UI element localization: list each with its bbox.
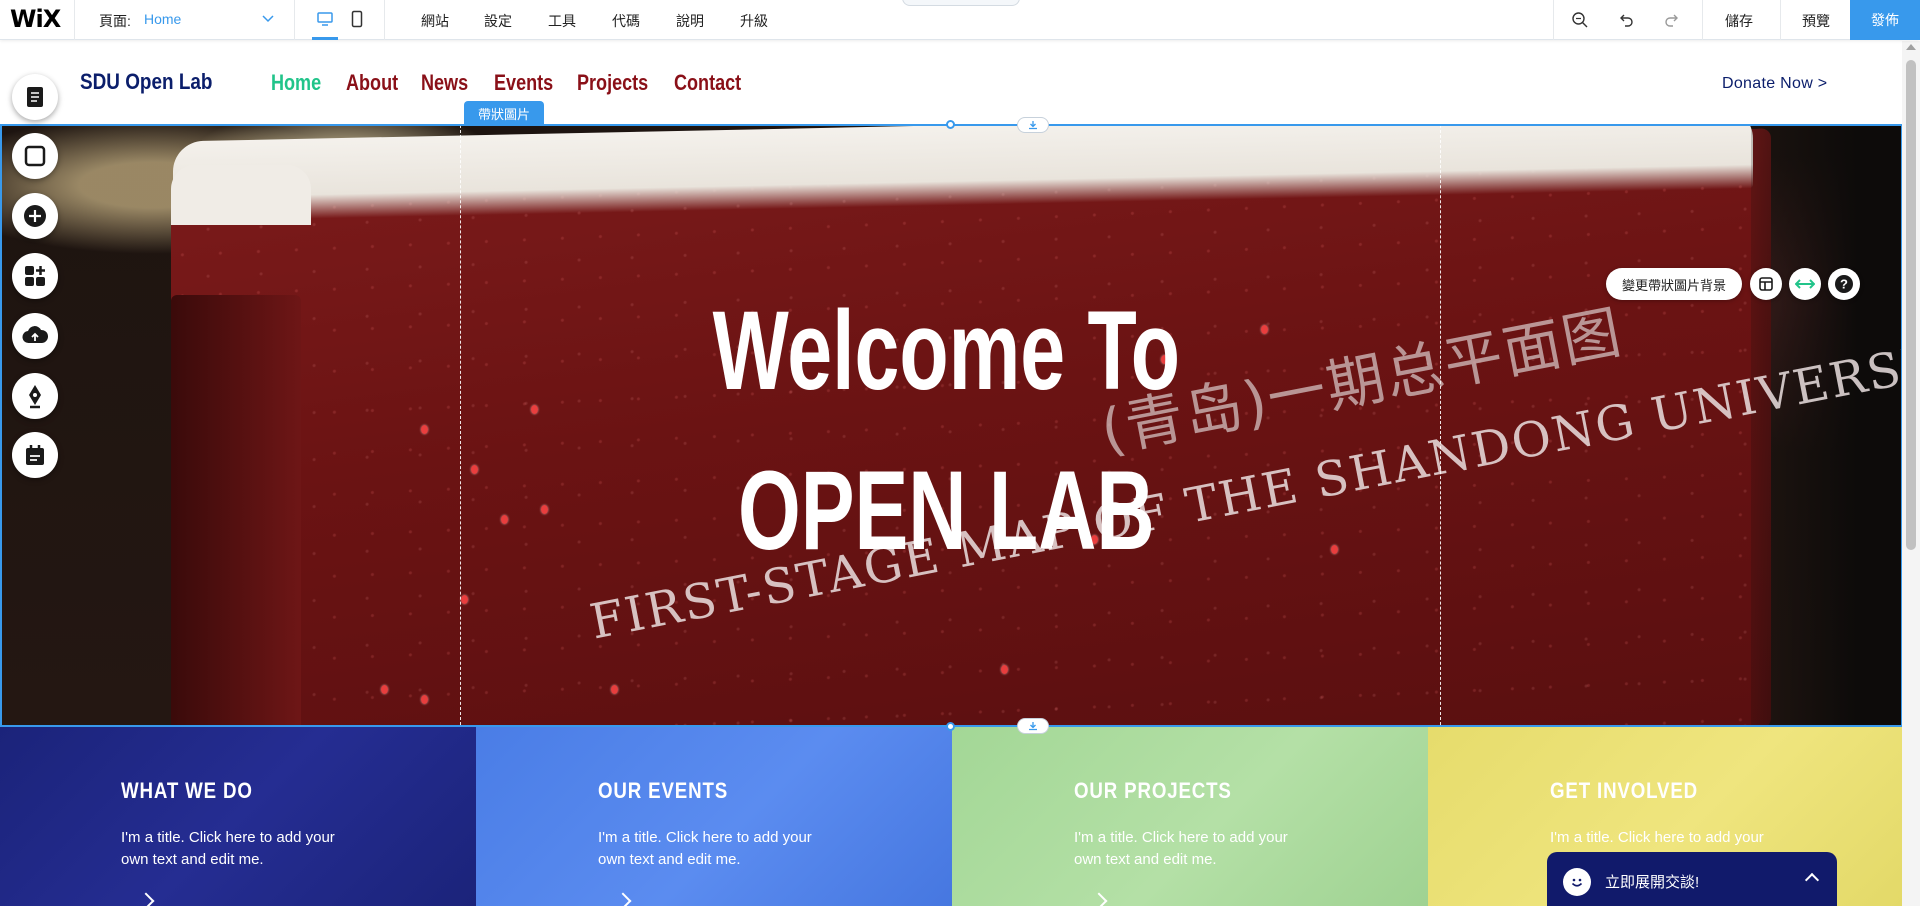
chevron-down-icon[interactable]	[260, 10, 276, 26]
download-icon[interactable]	[1017, 718, 1049, 734]
chat-label: 立即展開交談!	[1605, 874, 1700, 891]
raindrop	[1001, 665, 1008, 674]
menu-site[interactable]: 網站	[421, 11, 449, 31]
nav-contact[interactable]: Contact	[674, 70, 741, 96]
scrollbar-thumb[interactable]	[1906, 60, 1916, 550]
help-icon[interactable]: ?	[1828, 268, 1860, 300]
redo-icon[interactable]	[1658, 6, 1686, 34]
column-title[interactable]: WHAT WE DO	[121, 778, 253, 804]
download-icon[interactable]	[1017, 117, 1049, 133]
column-title[interactable]: OUR EVENTS	[598, 778, 728, 804]
add-icon[interactable]	[12, 193, 58, 239]
column-text[interactable]: I'm a title. Click here to add your own …	[598, 827, 818, 871]
preview-button[interactable]: 預覽	[1802, 11, 1830, 31]
snow	[171, 165, 311, 225]
nav-news[interactable]: News	[421, 70, 468, 96]
raindrop	[421, 695, 428, 704]
divider	[74, 0, 75, 40]
business-icon[interactable]	[12, 432, 58, 478]
publish-button[interactable]: 發佈	[1850, 0, 1920, 40]
donate-link[interactable]: Donate Now >	[1722, 75, 1827, 93]
device-active-indicator	[312, 37, 338, 40]
divider	[1780, 0, 1781, 40]
column-text[interactable]: I'm a title. Click here to add your own …	[121, 827, 341, 871]
smile-icon	[1563, 868, 1591, 896]
background-icon[interactable]	[12, 133, 58, 179]
menu-upgrade[interactable]: 升級	[740, 11, 768, 31]
gridline-right	[1440, 125, 1441, 725]
strip-tag[interactable]: 帶狀圖片	[464, 101, 544, 125]
nav-about[interactable]: About	[346, 70, 398, 96]
divider	[1553, 0, 1554, 40]
feature-column[interactable]: WHAT WE DO I'm a title. Click here to ad…	[0, 727, 476, 906]
raindrop	[381, 685, 388, 694]
layout-icon[interactable]	[1750, 268, 1782, 300]
pen-icon[interactable]	[12, 373, 58, 419]
raindrop	[611, 685, 618, 694]
feature-column[interactable]: OUR PROJECTS I'm a title. Click here to …	[952, 727, 1428, 906]
feature-column[interactable]: OUR EVENTS I'm a title. Click here to ad…	[476, 727, 952, 906]
scroll-up-arrow[interactable]	[1906, 44, 1916, 50]
page-label: 頁面:	[99, 13, 131, 29]
menu-settings[interactable]: 設定	[484, 11, 512, 31]
chat-widget[interactable]: 立即展開交談!	[1547, 852, 1837, 906]
gridline-left	[460, 125, 461, 725]
chevron-up-icon[interactable]	[1804, 872, 1820, 888]
arrow-right-icon[interactable]	[614, 892, 632, 906]
upload-icon[interactable]	[12, 313, 58, 359]
save-button[interactable]: 儲存	[1725, 11, 1753, 31]
undo-icon[interactable]	[1612, 6, 1640, 34]
resize-handle-bottom[interactable]	[946, 722, 955, 731]
menu-help[interactable]: 說明	[676, 11, 704, 31]
column-title[interactable]: GET INVOLVED	[1550, 778, 1698, 804]
top-handle-tab[interactable]	[902, 0, 1020, 6]
column-title[interactable]: OUR PROJECTS	[1074, 778, 1232, 804]
divider	[1702, 0, 1703, 40]
site-logo[interactable]: SDU Open Lab	[80, 69, 212, 95]
add-apps-icon[interactable]	[12, 253, 58, 299]
zoom-icon[interactable]	[1566, 6, 1594, 34]
nav-home[interactable]: Home	[271, 70, 321, 96]
wix-logo[interactable]: WiX	[10, 5, 64, 33]
hero-title-line1[interactable]: Welcome To	[262, 295, 1631, 407]
arrow-right-icon[interactable]	[137, 892, 155, 906]
site-header: SDU Open Lab Home About News Events Proj…	[0, 41, 1900, 125]
menu-tools[interactable]: 工具	[548, 11, 576, 31]
background-shadow	[1751, 125, 1902, 725]
nav-projects[interactable]: Projects	[577, 70, 648, 96]
hero-title-line2[interactable]: OPEN LAB	[262, 455, 1631, 567]
divider	[294, 0, 295, 40]
column-text[interactable]: I'm a title. Click here to add your own …	[1074, 827, 1294, 871]
divider	[384, 0, 385, 40]
raindrop	[461, 595, 468, 604]
arrow-right-icon[interactable]	[1090, 892, 1108, 906]
nav-events[interactable]: Events	[494, 70, 553, 96]
desktop-icon[interactable]	[312, 6, 338, 32]
pages-icon[interactable]	[12, 74, 58, 120]
resize-handle-top[interactable]	[946, 120, 955, 129]
stretch-icon[interactable]	[1789, 268, 1821, 300]
menu-code[interactable]: 代碼	[612, 11, 640, 31]
raindrop	[421, 425, 428, 434]
hero-strip[interactable]: (青岛)一期总平面图 FIRST-STAGE MAP OF THE SHANDO…	[1, 125, 1902, 725]
editor-top-bar: WiX 頁面: Home 網站 設定 工具 代碼 說明 升級 儲存 預覽 發佈	[0, 0, 1920, 40]
svg-text:?: ?	[1840, 277, 1848, 292]
change-strip-background-button[interactable]: 變更帶狀圖片背景	[1606, 268, 1742, 300]
page-selector[interactable]: Home	[144, 11, 181, 27]
mobile-icon[interactable]	[344, 6, 370, 32]
